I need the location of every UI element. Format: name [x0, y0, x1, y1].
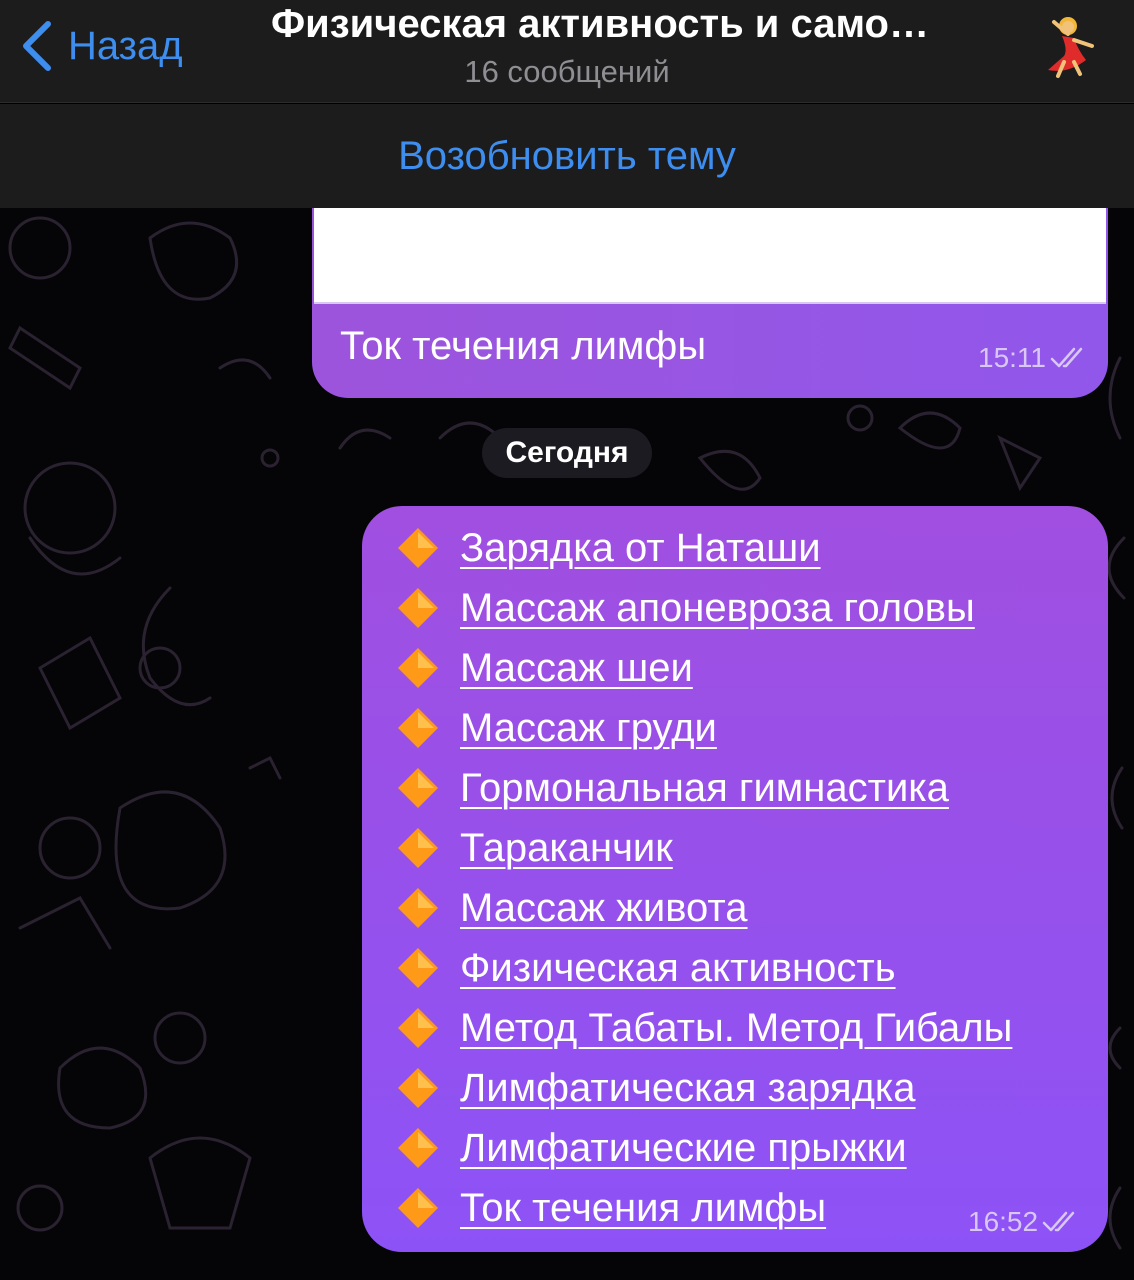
- resume-topic-button[interactable]: Возобновить тему: [398, 134, 736, 179]
- orange-diamond-icon: [398, 528, 438, 568]
- message-bubble-links[interactable]: Зарядка от Наташи Массаж апоневроза голо…: [362, 506, 1108, 1252]
- link-item[interactable]: Массаж живота: [460, 886, 748, 931]
- link-list: Зарядка от Наташи Массаж апоневроза голо…: [396, 518, 1012, 1238]
- resume-topic-bar: Возобновить тему: [0, 104, 1134, 208]
- link-preview-image[interactable]: [314, 208, 1106, 304]
- chat-title[interactable]: Физическая активность и само…: [230, 2, 970, 47]
- link-item[interactable]: Гормональная гимнастика: [460, 766, 949, 811]
- chat-header: Назад Физическая активность и само… 16 с…: [0, 0, 1134, 103]
- list-item: Тараканчик: [396, 818, 1012, 878]
- link-item[interactable]: Массаж апоневроза головы: [460, 586, 975, 631]
- list-item: Гормональная гимнастика: [396, 758, 1012, 818]
- orange-diamond-icon: [398, 708, 438, 748]
- list-item: Зарядка от Наташи: [396, 518, 1012, 578]
- link-item[interactable]: Лимфатическая зарядка: [460, 1066, 916, 1111]
- message-bubble[interactable]: Ток течения лимфы 15:11: [312, 208, 1108, 398]
- chat-area[interactable]: Ток течения лимфы 15:11 Сегодня Зарядка …: [0, 208, 1134, 1280]
- orange-diamond-icon: [398, 828, 438, 868]
- list-item: Ток течения лимфы: [396, 1178, 1012, 1238]
- orange-diamond-icon: [398, 1188, 438, 1228]
- double-check-icon: [1042, 1211, 1075, 1232]
- list-item: Лимфатическая зарядка: [396, 1058, 1012, 1118]
- orange-diamond-icon: [398, 888, 438, 928]
- link-item[interactable]: Массаж шеи: [460, 646, 693, 691]
- link-item[interactable]: Лимфатические прыжки: [460, 1126, 907, 1171]
- list-item: Массаж живота: [396, 878, 1012, 938]
- link-item[interactable]: Ток течения лимфы: [460, 1186, 826, 1231]
- chevron-left-icon: [23, 21, 51, 71]
- list-item: Массаж апоневроза головы: [396, 578, 1012, 638]
- link-item[interactable]: Метод Табаты. Метод Гибалы: [460, 1006, 1012, 1051]
- link-item[interactable]: Физическая активность: [460, 946, 896, 991]
- orange-diamond-icon: [398, 1068, 438, 1108]
- orange-diamond-icon: [398, 1128, 438, 1168]
- list-item: Массаж шеи: [396, 638, 1012, 698]
- list-item: Лимфатические прыжки: [396, 1118, 1012, 1178]
- list-item: Массаж груди: [396, 698, 1012, 758]
- link-item[interactable]: Массаж груди: [460, 706, 717, 751]
- double-check-icon: [1050, 347, 1083, 368]
- orange-diamond-icon: [398, 768, 438, 808]
- link-item[interactable]: Зарядка от Наташи: [460, 526, 821, 571]
- time-label: 16:52: [968, 1206, 1039, 1237]
- orange-diamond-icon: [398, 588, 438, 628]
- back-label: Назад: [68, 23, 183, 68]
- dancer-avatar-icon[interactable]: [1034, 10, 1104, 80]
- message-time: 15:11: [978, 342, 1090, 374]
- back-button[interactable]: Назад: [16, 18, 183, 74]
- link-item[interactable]: Тараканчик: [460, 826, 673, 871]
- orange-diamond-icon: [398, 948, 438, 988]
- list-item: Метод Табаты. Метод Гибалы: [396, 998, 1012, 1058]
- message-text: Ток течения лимфы: [340, 324, 707, 368]
- message-time: 16:52: [968, 1206, 1082, 1238]
- orange-diamond-icon: [398, 1008, 438, 1048]
- time-label: 15:11: [978, 342, 1046, 373]
- list-item: Физическая активность: [396, 938, 1012, 998]
- orange-diamond-icon: [398, 648, 438, 688]
- message-count: 16 сообщений: [464, 54, 670, 89]
- date-separator: Сегодня: [482, 428, 652, 478]
